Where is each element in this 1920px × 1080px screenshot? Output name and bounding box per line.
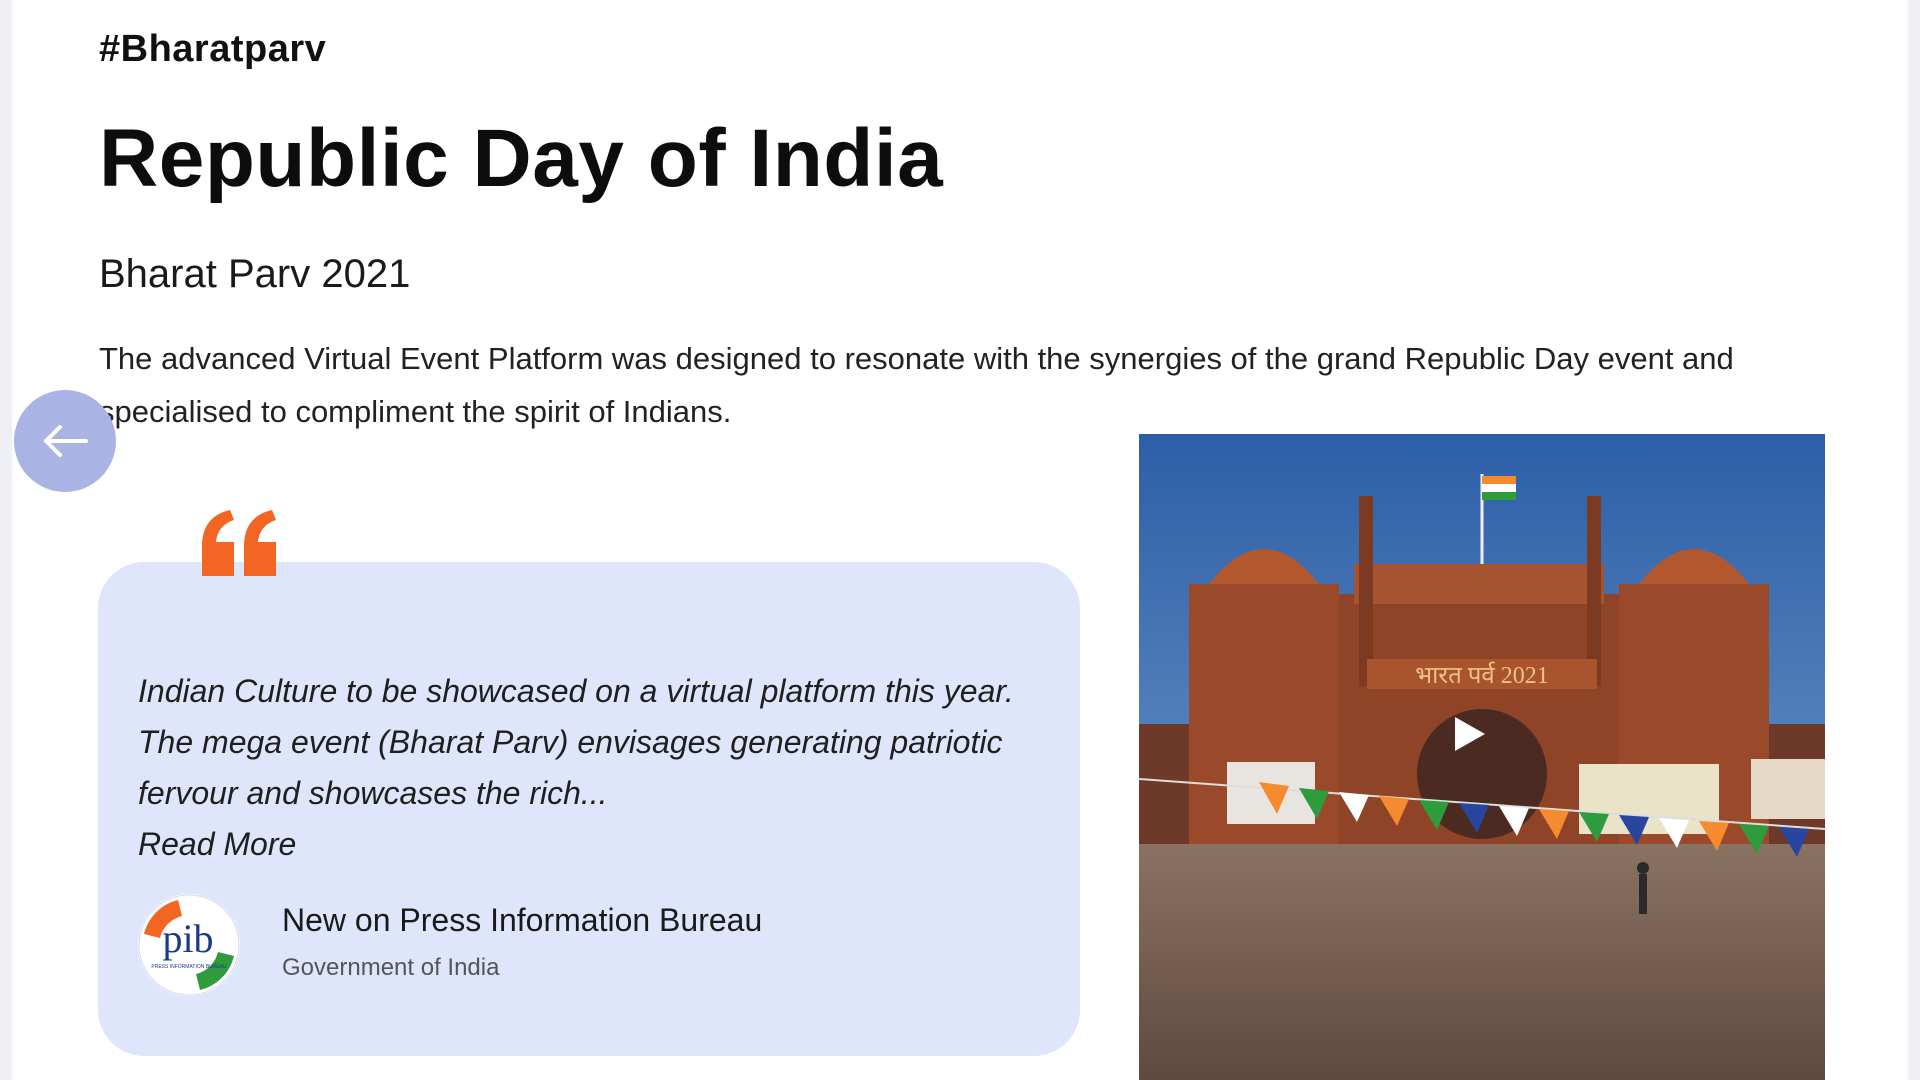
quote-card: Indian Culture to be showcased on a virt… [98,562,1080,1056]
pib-logo-text: pib [162,916,213,961]
quote-text: Indian Culture to be showcased on a virt… [138,673,1014,811]
pib-logo-subtext: PRESS INFORMATION BUREAU [151,964,227,970]
play-icon[interactable] [1431,699,1501,769]
arrow-left-icon [44,425,88,457]
source-subtitle: Government of India [282,954,500,981]
source-name: New on Press Information Bureau [282,902,763,938]
previous-slide-button[interactable] [14,390,116,492]
hashtag-label: #Bharatparv [99,28,327,70]
read-more-link[interactable]: Read More [138,819,296,870]
fort-banner-text: भारत पर्व 2021 [1415,661,1549,689]
page-description: The advanced Virtual Event Platform was … [99,341,1734,429]
quote-icon [200,506,280,586]
page: #Bharatparv Republic Day of India Bharat… [12,0,1908,1080]
page-title: Republic Day of India [99,113,944,204]
pib-logo: pib PRESS INFORMATION BUREAU [138,894,240,996]
video-thumbnail[interactable]: भारत पर्व 2021 [1139,434,1825,1080]
page-subtitle: Bharat Parv 2021 [99,252,411,296]
